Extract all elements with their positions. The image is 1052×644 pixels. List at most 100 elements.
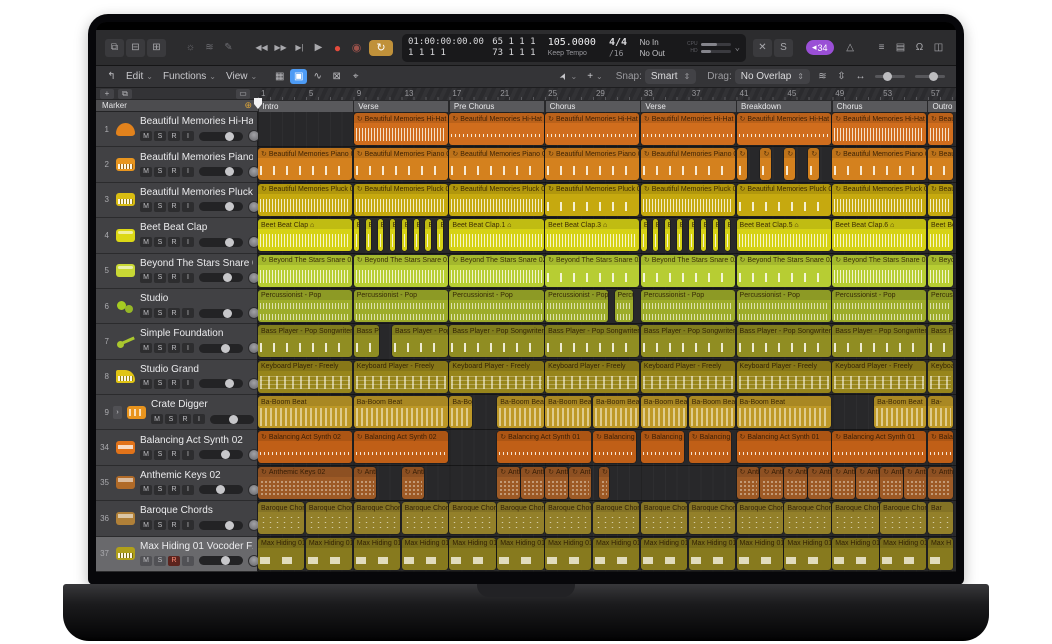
mute-button[interactable]: M <box>140 450 152 460</box>
region[interactable]: ↻Anthe <box>545 467 567 499</box>
input-monitor-button[interactable]: I <box>182 237 194 247</box>
solo-button[interactable]: S <box>154 520 166 530</box>
region[interactable]: Max Hiding 01 V <box>737 538 783 570</box>
region[interactable]: ↻Beautiful Memories Piano 01.1 <box>354 148 448 180</box>
region[interactable]: Max Hiding 01 V <box>258 538 304 570</box>
mute-button[interactable]: M <box>140 237 152 247</box>
input-monitor-button[interactable]: I <box>193 414 205 424</box>
region[interactable]: Percussionist - Pop <box>449 290 543 322</box>
track-header[interactable]: 8Studio GrandMSRI <box>96 360 257 395</box>
input-monitor-button[interactable]: I <box>182 273 194 283</box>
pointer-tool-menu[interactable]: ➤⌄ <box>560 71 577 82</box>
region[interactable]: Max Hiding 01 V <box>593 538 639 570</box>
region[interactable]: ↻Beautiful Memories Hi-Hat 03.2 <box>832 113 926 145</box>
volume-knob[interactable] <box>225 379 234 388</box>
record-enable-button[interactable]: R <box>168 450 180 460</box>
marker-section[interactable]: Verse <box>641 101 735 112</box>
region[interactable]: Bass Player - Pop So <box>392 325 448 357</box>
region[interactable]: ↻Anthe <box>880 467 902 499</box>
region[interactable]: ↻Balancing Act Synth 02 <box>258 431 352 463</box>
record-enable-button[interactable]: R <box>168 131 180 141</box>
region[interactable]: Bass Player - Pop Songwriter <box>545 325 639 357</box>
input-monitor-button[interactable]: I <box>182 202 194 212</box>
region[interactable]: ↻Balancing Act Synth 02 <box>354 431 448 463</box>
volume-knob[interactable] <box>225 521 234 530</box>
region[interactable]: ↻Beautiful Memories Hi-Hat 02.1 <box>545 113 639 145</box>
region[interactable]: Keyboard Player - Freely <box>449 361 543 393</box>
input-monitor-button[interactable]: I <box>182 520 194 530</box>
input-monitor-button[interactable]: I <box>182 556 194 566</box>
record-enable-button[interactable]: R <box>168 556 180 566</box>
region[interactable]: ↻Anthe <box>497 467 519 499</box>
track-header[interactable]: 1Beautiful Memories Hi-Hat 01MSRI <box>96 112 257 147</box>
volume-slider[interactable] <box>199 167 243 176</box>
region[interactable]: Bass Player - Pop Songwriter <box>449 325 543 357</box>
marker-section[interactable]: Pre Chorus <box>450 101 544 112</box>
region[interactable]: ↻Be <box>760 148 770 180</box>
region[interactable]: ↻Anthe <box>737 467 759 499</box>
track-header[interactable]: 5Beyond The Stars Snare 01MSRI <box>96 254 257 289</box>
volume-slider[interactable] <box>199 485 243 494</box>
region[interactable]: Bass Player - Pop Songwriter <box>737 325 831 357</box>
view-menu[interactable]: View⌄ <box>226 71 257 82</box>
region[interactable]: ↻Beyond The Stars Snare 01.2 <box>832 255 926 287</box>
volume-knob[interactable] <box>221 450 230 459</box>
solo-button[interactable]: S <box>154 273 166 283</box>
region[interactable]: ↻Be <box>737 148 747 180</box>
region[interactable]: Ba-Boo <box>449 396 471 428</box>
marker-lane-header[interactable]: Marker ⊕ <box>96 100 258 112</box>
track-header[interactable]: 36Baroque ChordsMSRI <box>96 501 257 536</box>
vertical-zoom-slider[interactable] <box>875 75 905 78</box>
volume-knob[interactable] <box>225 132 234 141</box>
record-enable-button[interactable]: R <box>168 379 180 389</box>
region[interactable]: Max Hiding 01 V <box>784 538 830 570</box>
region[interactable]: Ba-Boom Beat <box>354 396 448 428</box>
region[interactable]: Bass Play <box>928 325 953 357</box>
lcd-chevron-icon[interactable]: ⌄ <box>735 43 740 53</box>
input-monitor-button[interactable]: I <box>182 343 194 353</box>
region[interactable]: Percussionist - Pop <box>641 290 735 322</box>
edit-menu[interactable]: Edit⌄ <box>126 71 153 82</box>
list-editors-button[interactable]: ≡ <box>873 39 890 57</box>
catch-playhead-button[interactable]: ↰ <box>103 69 120 84</box>
region[interactable]: Bass Player - Pop Songwriter <box>641 325 735 357</box>
arrange-area[interactable]: ↻Beautiful Memories Hi-Hat 03.1↻Beautifu… <box>258 112 956 572</box>
region[interactable]: Ba-Boom Beat <box>689 396 735 428</box>
region[interactable]: ↻Anthe <box>904 467 926 499</box>
apple-loops-button[interactable]: Ω <box>911 39 928 57</box>
volume-slider[interactable] <box>199 450 243 459</box>
region[interactable]: B <box>366 219 372 251</box>
region[interactable]: ↻Beautiful Memories Pluck 01.1 <box>354 184 448 216</box>
track-lane[interactable]: ↻Beautiful Memories Hi-Hat 03.1↻Beautifu… <box>258 112 956 147</box>
grid-view-button[interactable]: ▦ <box>271 69 288 84</box>
disclosure-icon[interactable]: › <box>113 406 122 419</box>
track-header[interactable]: 2Beautiful Memories Piano 01MSRI <box>96 147 257 182</box>
region[interactable]: Ba- <box>928 396 953 428</box>
region[interactable]: ↻Anthe <box>832 467 854 499</box>
record-button[interactable]: ● <box>329 39 346 57</box>
region[interactable]: Baroque Chords <box>593 502 639 534</box>
region[interactable]: ↻Anthemic Keys 02 <box>258 467 352 499</box>
cycle-button[interactable]: ↻ <box>369 40 393 56</box>
region[interactable]: B <box>378 219 384 251</box>
region[interactable]: ↻Beautiful Memories Piano 02.2 <box>641 148 735 180</box>
region[interactable]: B <box>437 219 443 251</box>
region[interactable]: Percussionist - Pop <box>258 290 352 322</box>
region[interactable]: Beet Beat Clap.3 ⌂ <box>545 219 639 251</box>
quick-help-button[interactable]: ⊞ <box>147 39 166 57</box>
solo-small-button[interactable]: S <box>774 39 793 57</box>
region[interactable]: Keyboard Player - Freely <box>354 361 448 393</box>
region[interactable]: B <box>641 219 647 251</box>
metronome-button[interactable]: △ <box>842 39 859 57</box>
region[interactable]: Beet Beat Clap ⌂ <box>258 219 352 251</box>
region[interactable]: Max Hiding 01 V <box>354 538 400 570</box>
marker-section[interactable]: Intro <box>259 101 353 112</box>
region[interactable]: Baroque Chords <box>449 502 495 534</box>
solo-button[interactable]: S <box>154 131 166 141</box>
region[interactable]: Bar <box>928 502 953 534</box>
region[interactable]: Baroque Chords <box>258 502 304 534</box>
volume-slider[interactable] <box>199 309 243 318</box>
region[interactable]: ↻Anthe <box>856 467 878 499</box>
track-lane[interactable]: ↻Beautiful Memories Pluck 01↻Beautiful M… <box>258 183 956 218</box>
region[interactable]: Baroque Chords <box>306 502 352 534</box>
